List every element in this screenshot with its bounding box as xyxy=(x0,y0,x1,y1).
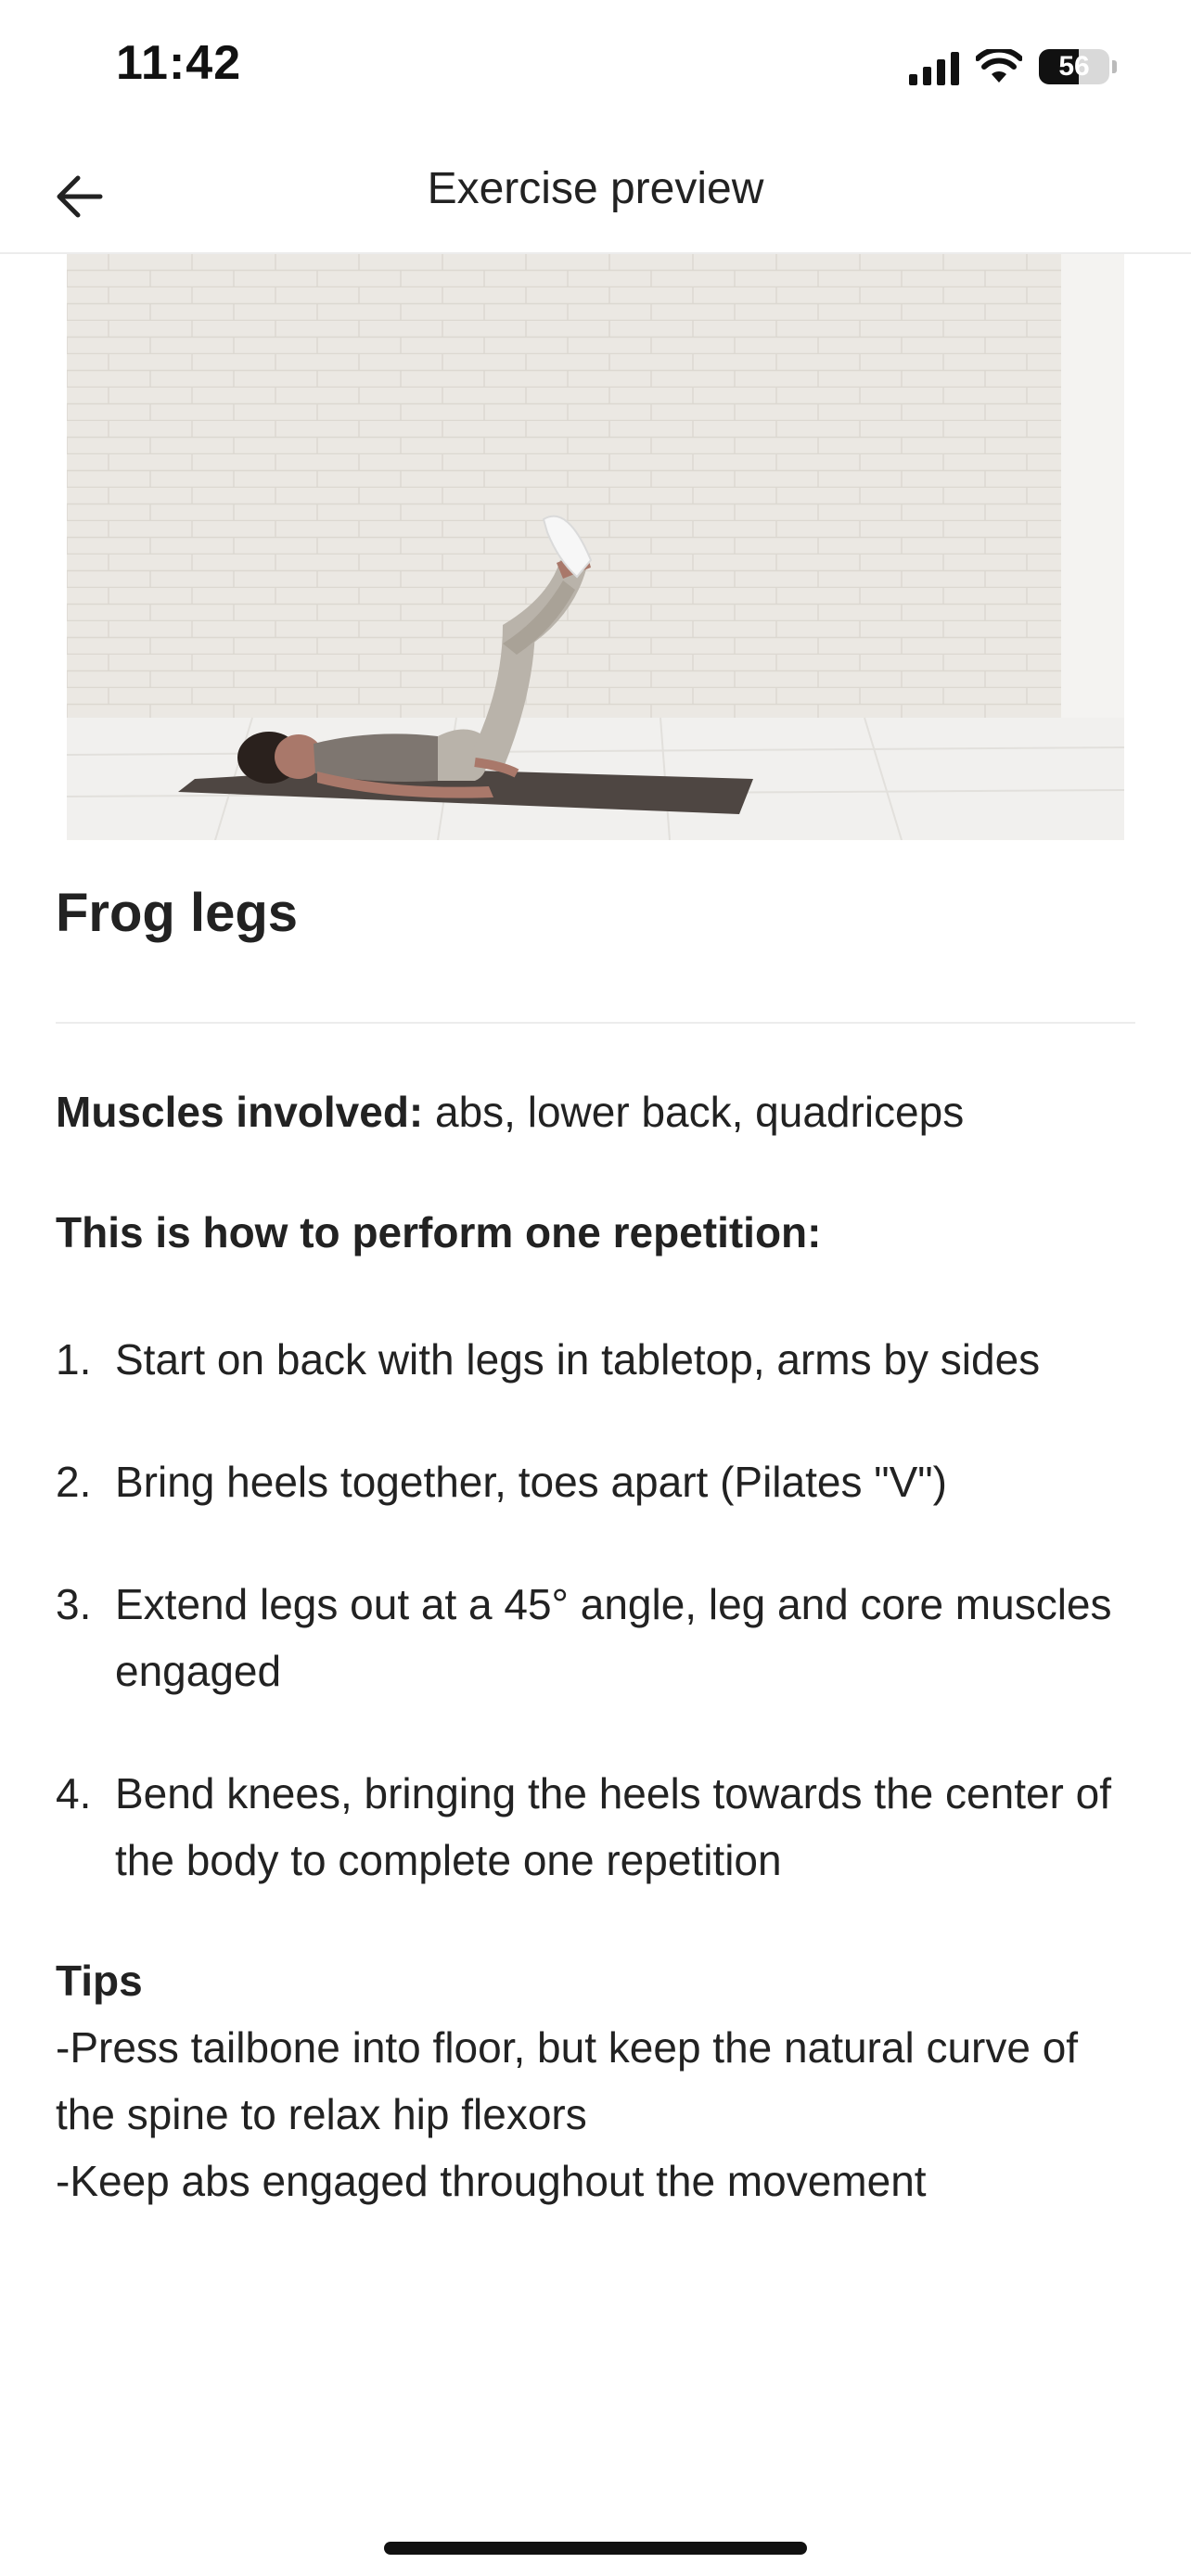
home-indicator[interactable] xyxy=(384,2542,807,2555)
step-item: 4. Bend knees, bringing the heels toward… xyxy=(56,1760,1135,1894)
step-text: Extend legs out at a 45° angle, leg and … xyxy=(115,1580,1112,1695)
muscles-value: abs, lower back, quadriceps xyxy=(423,1088,965,1136)
battery-icon: 56 xyxy=(1039,49,1109,84)
page-title: Exercise preview xyxy=(427,164,764,213)
wifi-icon xyxy=(976,49,1022,83)
steps-list: 1. Start on back with legs in tabletop, … xyxy=(56,1326,1135,1894)
step-text: Start on back with legs in tabletop, arm… xyxy=(115,1335,1041,1384)
tip-item: -Keep abs engaged throughout the movemen… xyxy=(56,2157,927,2205)
muscles-involved: Muscles involved: abs, lower back, quadr… xyxy=(56,1083,1135,1141)
step-item: 1. Start on back with legs in tabletop, … xyxy=(56,1326,1135,1393)
exercise-title: Frog legs xyxy=(56,883,299,943)
step-text: Bring heels together, toes apart (Pilate… xyxy=(115,1458,947,1506)
status-time: 11:42 xyxy=(116,36,242,90)
step-text: Bend knees, bringing the heels towards t… xyxy=(115,1769,1112,1884)
tips-heading: Tips xyxy=(56,1957,143,2005)
cellular-signal-icon xyxy=(909,48,959,85)
tip-item: -Press tailbone into floor, but keep the… xyxy=(56,2023,1079,2138)
status-bar: 11:42 56 xyxy=(0,0,1191,139)
step-number: 1. xyxy=(56,1335,92,1384)
muscles-label: Muscles involved: xyxy=(56,1088,424,1136)
status-icons: 56 xyxy=(909,45,1117,89)
step-number: 4. xyxy=(56,1769,92,1817)
step-number: 2. xyxy=(56,1458,92,1506)
exercise-image[interactable] xyxy=(67,254,1124,840)
nav-bar: Exercise preview xyxy=(0,139,1191,254)
battery-level: 56 xyxy=(1058,51,1090,82)
divider xyxy=(56,1022,1135,1024)
step-item: 2. Bring heels together, toes apart (Pil… xyxy=(56,1448,1135,1515)
step-number: 3. xyxy=(56,1580,92,1628)
step-item: 3. Extend legs out at a 45° angle, leg a… xyxy=(56,1571,1135,1704)
howto-heading: This is how to perform one repetition: xyxy=(56,1208,822,1256)
exercise-details: Frog legs Muscles involved: abs, lower b… xyxy=(56,881,1135,2214)
